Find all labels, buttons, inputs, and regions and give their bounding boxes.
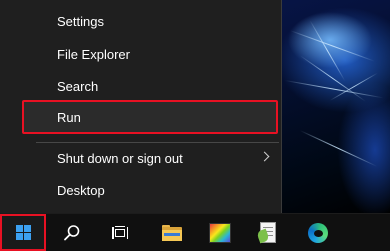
- windows-start-icon: [15, 225, 31, 240]
- menu-item-settings[interactable]: Settings: [22, 4, 278, 38]
- task-view-icon: [112, 225, 128, 240]
- chevron-right-icon: [259, 151, 270, 162]
- task-view-button[interactable]: [96, 214, 144, 251]
- menu-item-label: Run: [57, 109, 81, 125]
- taskbar: [0, 213, 390, 251]
- notepad-plus-plus-taskbar-button[interactable]: [244, 214, 292, 251]
- search-icon: [64, 224, 80, 240]
- file-explorer-icon: [162, 224, 182, 241]
- notepad-plus-plus-icon: [256, 221, 278, 244]
- search-button[interactable]: [48, 214, 96, 251]
- menu-item-label: Search: [57, 78, 99, 94]
- menu-item-label: Settings: [57, 13, 104, 29]
- menu-item-file-explorer[interactable]: File Explorer: [22, 37, 278, 71]
- paint-taskbar-button[interactable]: [196, 214, 244, 251]
- menu-item-run[interactable]: Run: [22, 100, 278, 134]
- edge-browser-icon: [308, 222, 328, 243]
- menu-item-shut-down-or-sign-out[interactable]: Shut down or sign out: [22, 141, 278, 175]
- menu-item-label: Shut down or sign out: [57, 150, 183, 166]
- menu-item-desktop[interactable]: Desktop: [22, 173, 278, 207]
- power-user-menu: Settings File Explorer Search Run Shut d…: [0, 0, 282, 213]
- edge-taskbar-button[interactable]: [294, 214, 342, 251]
- menu-item-label: Desktop: [57, 182, 105, 198]
- menu-item-label: File Explorer: [57, 46, 130, 62]
- menu-item-search[interactable]: Search: [22, 69, 278, 103]
- start-button[interactable]: [0, 214, 46, 251]
- file-explorer-taskbar-button[interactable]: [148, 214, 196, 251]
- paint-app-icon: [209, 222, 231, 243]
